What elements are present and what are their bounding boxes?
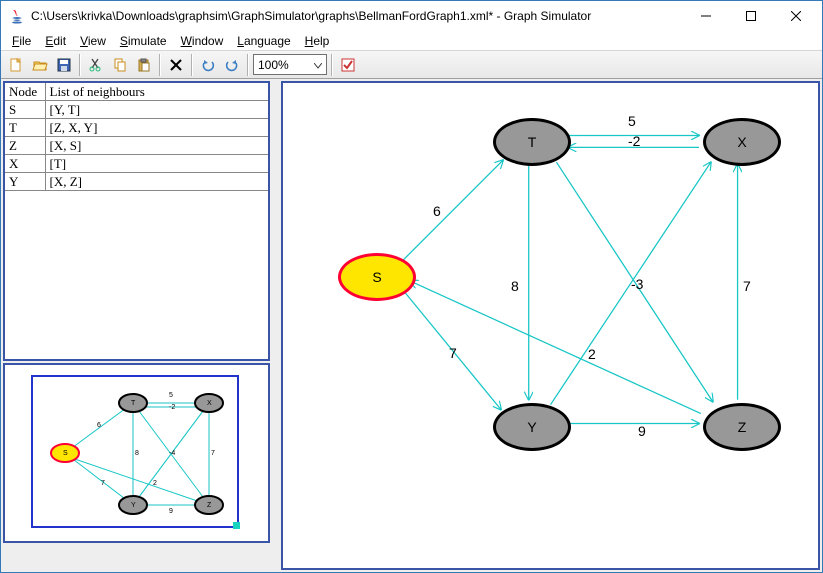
adjacency-table: Node List of neighbours S [Y, T] T [Z, X…: [5, 83, 268, 191]
edge-weight: 9: [638, 423, 646, 439]
graph-node-z[interactable]: Z: [703, 403, 781, 451]
edge-weight: 5: [628, 113, 636, 129]
graph-node-x[interactable]: X: [703, 118, 781, 166]
edge-weight: 8: [511, 278, 519, 294]
chevron-down-icon: [314, 58, 322, 72]
delete-button[interactable]: [165, 54, 187, 76]
redo-button[interactable]: [221, 54, 243, 76]
edge-weight: -3: [631, 276, 643, 292]
adjacency-panel: Node List of neighbours S [Y, T] T [Z, X…: [3, 81, 270, 361]
paste-button[interactable]: [133, 54, 155, 76]
table-row[interactable]: X [T]: [5, 155, 268, 173]
zoom-select[interactable]: 100%: [253, 54, 327, 75]
menubar: File Edit View Simulate Window Language …: [1, 31, 822, 51]
separator: [191, 54, 193, 76]
minimap-panel: S T X Y Z 6 5 -2 8 -4 7 7 2 9: [3, 363, 270, 543]
table-row[interactable]: T [Z, X, Y]: [5, 119, 268, 137]
minimap-viewport[interactable]: [31, 375, 239, 528]
maximize-button[interactable]: [728, 2, 773, 30]
menu-help[interactable]: Help: [298, 32, 337, 50]
graph-node-y[interactable]: Y: [493, 403, 571, 451]
menu-view[interactable]: View: [73, 32, 113, 50]
validate-button[interactable]: [337, 54, 359, 76]
open-button[interactable]: [29, 54, 51, 76]
app-window: C:\Users\krivka\Downloads\graphsim\Graph…: [0, 0, 823, 573]
edge-weight: 6: [433, 203, 441, 219]
cut-button[interactable]: [85, 54, 107, 76]
minimap-resize-handle[interactable]: [233, 522, 240, 529]
separator: [79, 54, 81, 76]
graph-canvas[interactable]: S T X Y Z 6 5 -2 8 -3 7 7 2 9: [281, 81, 820, 570]
menu-file[interactable]: File: [5, 32, 38, 50]
graph-node-t[interactable]: T: [493, 118, 571, 166]
col-header-node[interactable]: Node: [5, 83, 45, 101]
left-pane: Node List of neighbours S [Y, T] T [Z, X…: [3, 81, 270, 570]
table-row[interactable]: Y [X, Z]: [5, 173, 268, 191]
menu-window[interactable]: Window: [174, 32, 231, 50]
java-icon: [9, 8, 25, 24]
close-button[interactable]: [773, 2, 818, 30]
col-header-neighbours[interactable]: List of neighbours: [45, 83, 268, 101]
separator: [247, 54, 249, 76]
separator: [331, 54, 333, 76]
graph-node-s[interactable]: S: [338, 253, 416, 301]
separator: [159, 54, 161, 76]
edge-weight: -2: [628, 133, 640, 149]
titlebar: C:\Users\krivka\Downloads\graphsim\Graph…: [1, 1, 822, 31]
new-button[interactable]: [5, 54, 27, 76]
zoom-value: 100%: [258, 58, 289, 72]
undo-button[interactable]: [197, 54, 219, 76]
menu-edit[interactable]: Edit: [38, 32, 73, 50]
content-area: Node List of neighbours S [Y, T] T [Z, X…: [1, 79, 822, 572]
edge-weight: 2: [588, 346, 596, 362]
minimap[interactable]: S T X Y Z 6 5 -2 8 -4 7 7 2 9: [29, 373, 244, 533]
window-controls: [683, 2, 818, 30]
save-button[interactable]: [53, 54, 75, 76]
copy-button[interactable]: [109, 54, 131, 76]
edge-weight: 7: [449, 345, 457, 361]
table-row[interactable]: Z [X, S]: [5, 137, 268, 155]
menu-language[interactable]: Language: [230, 32, 297, 50]
edge-weight: 7: [743, 278, 751, 294]
table-row[interactable]: S [Y, T]: [5, 101, 268, 119]
horizontal-splitter[interactable]: [272, 81, 279, 570]
minimize-button[interactable]: [683, 2, 728, 30]
toolbar: 100%: [1, 51, 822, 79]
menu-simulate[interactable]: Simulate: [113, 32, 174, 50]
window-title: C:\Users\krivka\Downloads\graphsim\Graph…: [31, 9, 683, 23]
